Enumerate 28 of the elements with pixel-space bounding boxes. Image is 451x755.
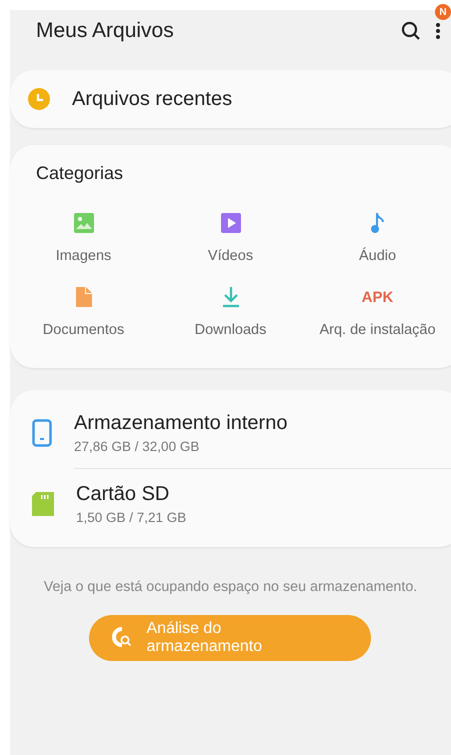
storage-name[interactable]: Cartão SD bbox=[76, 483, 186, 506]
category-label[interactable]: Documentos bbox=[42, 322, 124, 338]
category-label[interactable]: Áudio bbox=[358, 248, 396, 264]
music-note-icon bbox=[370, 212, 384, 234]
more-options-icon bbox=[435, 21, 441, 41]
image-icon bbox=[74, 213, 94, 233]
notification-badge: N bbox=[435, 4, 451, 20]
download-icon bbox=[220, 286, 240, 308]
category-label[interactable]: Vídeos bbox=[208, 248, 254, 264]
storage-usage: 1,50 GB / 7,21 GB bbox=[76, 510, 186, 525]
apk-label: APK bbox=[362, 288, 394, 306]
clock-icon bbox=[28, 88, 50, 110]
storage-analysis-icon bbox=[110, 627, 132, 649]
storage-hint: Veja o que está ocupando espaço no seu armazenamento. bbox=[42, 579, 418, 595]
category-label[interactable]: Downloads bbox=[194, 322, 266, 338]
storage-usage: 27,86 GB / 32,00 GB bbox=[74, 439, 200, 454]
recent-files-card[interactable]: Arquivos recentes bbox=[10, 70, 451, 128]
play-icon bbox=[220, 213, 240, 233]
app-title: Meus Arquivos bbox=[36, 19, 175, 43]
category-label[interactable]: Arq. de instalação bbox=[319, 322, 436, 338]
search-icon bbox=[401, 21, 421, 41]
sd-card-icon bbox=[32, 492, 54, 516]
document-icon bbox=[76, 287, 92, 307]
categories-title: Categorias bbox=[35, 163, 124, 184]
storage-name[interactable]: Armazenamento interno bbox=[74, 412, 288, 435]
phone-icon bbox=[32, 419, 52, 447]
category-label[interactable]: Imagens bbox=[56, 248, 112, 264]
recent-files-label: Arquivos recentes bbox=[72, 88, 232, 110]
